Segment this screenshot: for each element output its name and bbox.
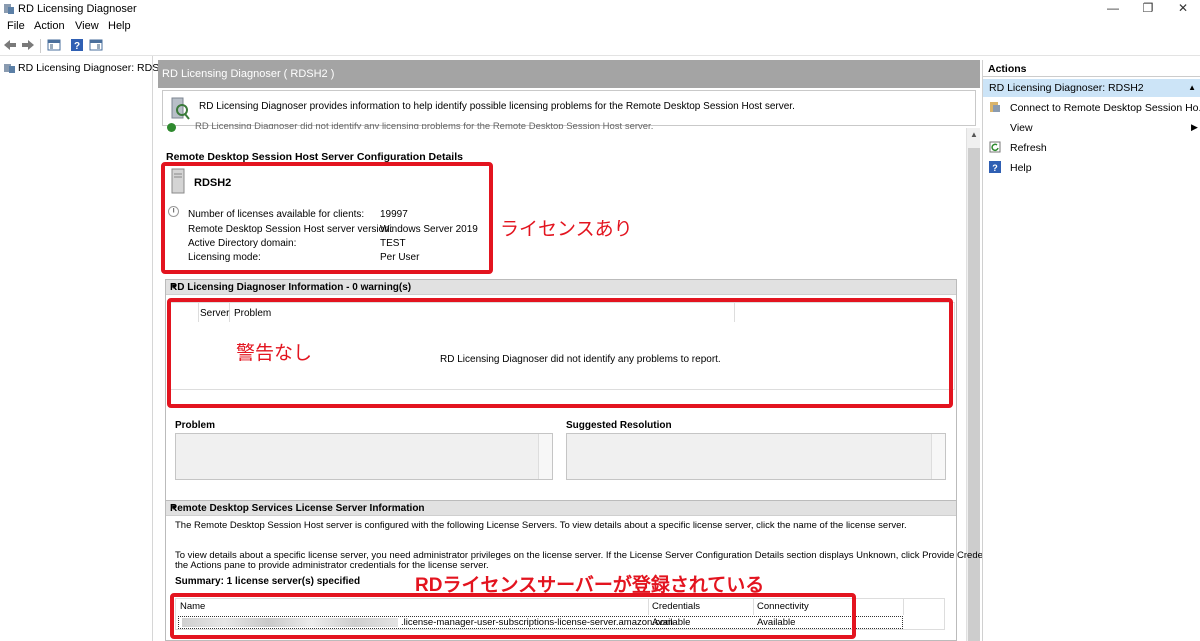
actions-header: Actions [983,60,1200,77]
status-text-clipped: RD Licensing Diagnoser did not identify … [195,121,654,129]
detail-value-licenses: 19997 [380,209,408,220]
ok-check-icon [167,123,176,132]
actions-title: Actions [988,63,1027,75]
annotation-license: ライセンスあり [500,219,633,240]
actions-pane: Actions RD Licensing Diagnoser: RDSH2 ▲ … [982,60,1200,641]
resolution-textbox[interactable] [566,433,946,480]
col-divider [903,599,904,615]
restore-button[interactable]: ❐ [1128,0,1168,18]
problem-textbox[interactable] [175,433,553,480]
back-icon[interactable] [3,38,17,52]
scroll-up-icon[interactable]: ▲ [967,128,981,142]
actions-section-title: RD Licensing Diagnoser: RDSH2 [989,82,1144,94]
forward-icon[interactable] [21,38,35,52]
diagnoser-node-icon [4,64,15,73]
minimize-button[interactable]: — [1093,0,1133,18]
app-icon [4,4,14,14]
toolbar: ? [0,35,1200,56]
problem-textbox-scrollbar[interactable] [538,434,552,479]
menu-action[interactable]: Action [34,20,65,32]
info-text: RD Licensing Diagnoser provides informat… [199,101,795,112]
detail-value-mode: Per User [380,252,420,263]
diagnoser-panel-header[interactable]: RD Licensing Diagnoser Information - 0 w… [166,280,956,295]
collapse-arrow-icon[interactable]: ▼ [170,282,952,291]
connect-icon [990,102,1000,112]
action-help[interactable]: Help [1010,162,1032,174]
menu-help[interactable]: Help [108,20,131,32]
menu-view[interactable]: View [75,20,99,32]
actions-section-header[interactable]: RD Licensing Diagnoser: RDSH2 ▲ [983,79,1200,97]
pane-title: RD Licensing Diagnoser ( RDSH2 ) [162,68,335,80]
center-pane: RD Licensing Diagnoser ( RDSH2 ) RD Lice… [158,60,1015,641]
close-button[interactable]: ✕ [1163,0,1200,18]
ls-description: The Remote Desktop Session Host server i… [175,520,907,531]
show-hide-tree-icon[interactable] [47,38,61,52]
help-icon: ? [989,161,1001,173]
scroll-thumb[interactable] [968,148,980,641]
collapse-arrow-icon[interactable]: ▼ [170,503,952,512]
svg-text:?: ? [74,41,80,52]
menu-file[interactable]: File [7,20,25,32]
resolution-textbox-scrollbar[interactable] [931,434,945,479]
detail-value-domain: TEST [380,238,406,249]
action-view[interactable]: View [1010,122,1033,134]
resolution-label: Suggested Resolution [566,420,672,431]
ls-summary: Summary: 1 license server(s) specified [175,576,361,587]
title-bar: RD Licensing Diagnoser — ❐ ✕ [0,0,1200,18]
detail-label-domain: Active Directory domain: [188,238,297,249]
refresh-icon [989,141,1001,153]
pane-header: RD Licensing Diagnoser ( RDSH2 ) [158,60,980,88]
registered-highlight-box [170,593,856,639]
window-title: RD Licensing Diagnoser [18,3,137,15]
annotation-nowarn: 警告なし [236,343,313,364]
info-icon [168,206,179,217]
submenu-arrow-icon: ▶ [1191,122,1198,132]
detail-value-version: Windows Server 2019 [380,224,478,235]
show-hide-action-pane-icon[interactable] [89,38,103,52]
vertical-scrollbar[interactable]: ▲ [966,128,980,641]
problem-label: Problem [175,420,216,431]
action-refresh[interactable]: Refresh [1010,142,1047,154]
help-icon[interactable]: ? [70,38,84,52]
toolbar-divider [40,39,41,53]
svg-text:?: ? [992,163,998,173]
annotation-registered: RDライセンスサーバーが登録されている [415,575,765,596]
diagnoser-icon [171,97,190,120]
detail-label-mode: Licensing mode: [188,252,261,263]
action-connect[interactable]: Connect to Remote Desktop Session Ho... [1010,102,1200,114]
server-name: RDSH2 [194,177,232,189]
detail-label-licenses: Number of licenses available for clients… [188,209,365,220]
menu-bar: File Action View Help [0,18,1200,35]
server-icon [171,168,185,194]
license-server-panel-header[interactable]: Remote Desktop Services License Server I… [166,501,956,516]
tree-node-diagnoser[interactable]: RD Licensing Diagnoser: RDSH2 [18,62,173,74]
console-tree: RD Licensing Diagnoser: RDSH2 [0,56,173,641]
collapse-up-icon[interactable]: ▲ [1188,83,1196,92]
detail-label-version: Remote Desktop Session Host server versi… [188,224,393,235]
